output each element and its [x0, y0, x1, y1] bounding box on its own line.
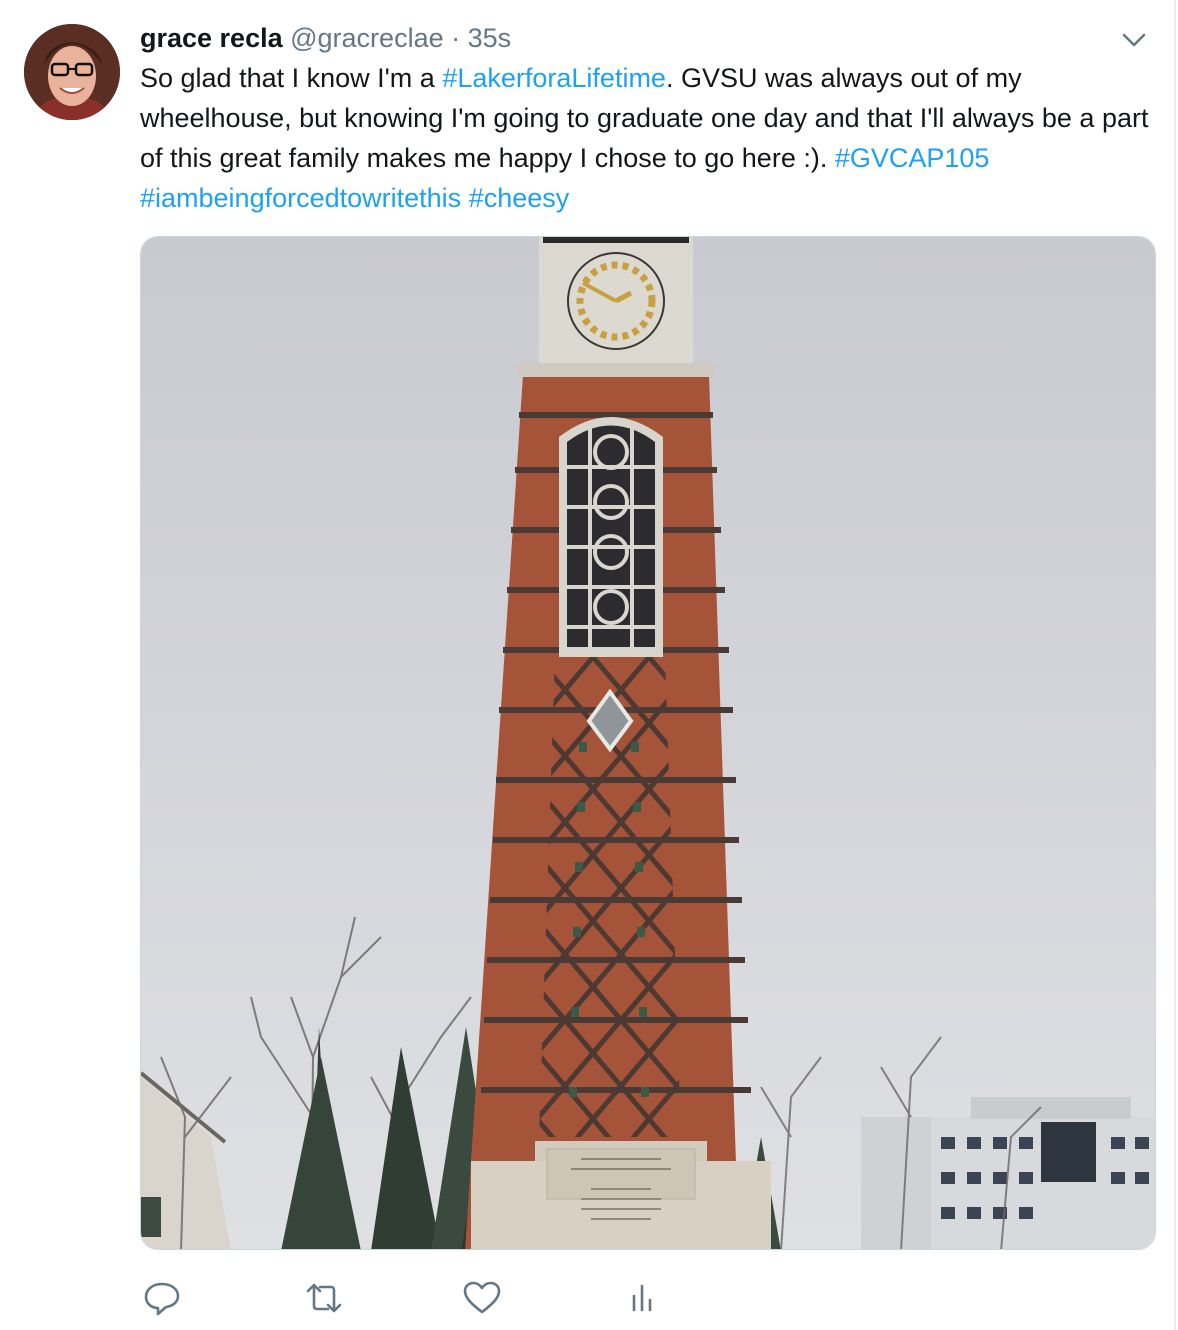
separator-dot: ·: [451, 23, 461, 53]
tweet-photo[interactable]: [140, 236, 1156, 1250]
hashtag-link[interactable]: #GVCAP105: [835, 143, 990, 173]
tweet-card[interactable]: grace recla @gracreclae · 35s So glad th…: [0, 0, 1176, 1330]
avatar[interactable]: [24, 24, 120, 120]
avatar-photo: [24, 24, 120, 120]
hashtag-link[interactable]: #LakerforaLifetime: [442, 63, 666, 93]
heart-icon[interactable]: [460, 1276, 504, 1320]
hashtag-link[interactable]: #iambeingforcedtowritethis: [140, 183, 461, 213]
hashtag-link[interactable]: #cheesy: [469, 183, 570, 213]
author-handle[interactable]: @gracreclae: [290, 23, 443, 53]
retweet-icon[interactable]: [302, 1276, 346, 1320]
chevron-down-icon[interactable]: [1120, 28, 1148, 52]
tweet-text-segment: So glad that I know I'm a: [140, 63, 443, 93]
author-name[interactable]: grace recla: [140, 23, 283, 53]
tweet-header: grace recla @gracreclae · 35s: [140, 22, 511, 54]
reply-icon[interactable]: [140, 1276, 184, 1320]
tweet-text-segment: [461, 183, 469, 213]
clock-tower-photo: [141, 237, 1155, 1249]
tweet-timestamp[interactable]: 35s: [468, 23, 512, 53]
tweet-actions: [140, 1276, 840, 1320]
tweet-text: So glad that I know I'm a #LakerforaLife…: [140, 58, 1160, 218]
analytics-icon[interactable]: [620, 1276, 664, 1320]
